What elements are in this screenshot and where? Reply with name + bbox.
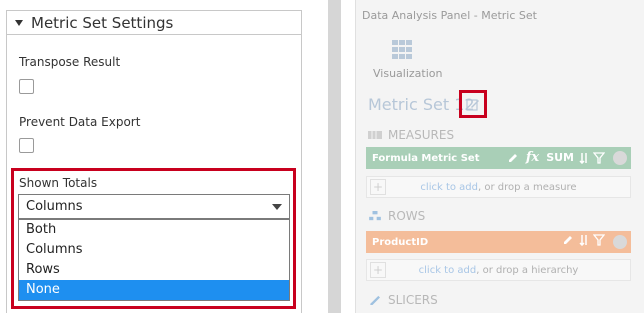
option-rows[interactable]: Rows: [19, 260, 289, 280]
measure-drop-zone[interactable]: + click to add, or drop a measure: [366, 176, 631, 198]
sort-icon[interactable]: [579, 234, 593, 246]
shown-totals-label: Shown Totals: [19, 176, 98, 190]
shown-totals-select[interactable]: Columns: [18, 194, 290, 219]
click-to-add-link[interactable]: click to add: [420, 182, 478, 193]
filter-icon[interactable]: [593, 234, 605, 246]
slicers-section-label: SLICERS: [368, 293, 438, 307]
measure-item[interactable]: Formula Metric Set fx SUM: [366, 147, 631, 169]
drop-hint: , or drop a hierarchy: [476, 265, 579, 276]
metric-set-settings-header[interactable]: Metric Set Settings: [6, 10, 302, 35]
chevron-down-icon[interactable]: [272, 204, 282, 210]
settings-panel: Metric Set Settings Transpose Result Pre…: [0, 0, 305, 313]
pencil-icon[interactable]: [562, 234, 574, 246]
option-both[interactable]: Both: [19, 220, 289, 240]
measure-item-label: Formula Metric Set: [372, 152, 480, 164]
remove-measure-icon[interactable]: [613, 151, 627, 165]
option-columns[interactable]: Columns: [19, 240, 289, 260]
panel-splitter[interactable]: [328, 0, 341, 313]
slicers-label: SLICERS: [388, 293, 438, 307]
prevent-data-export-label: Prevent Data Export: [19, 115, 141, 129]
row-item[interactable]: ProductID: [366, 231, 631, 253]
filter-icon[interactable]: [593, 151, 605, 164]
rows-label: ROWS: [388, 209, 426, 223]
aggregation-label[interactable]: SUM: [546, 151, 574, 164]
rows-section-label: ROWS: [368, 209, 425, 223]
shown-totals-dropdown: Both Columns Rows None: [18, 219, 290, 301]
slicer-icon: [370, 295, 380, 305]
rows-icon: [369, 211, 381, 221]
sort-icon[interactable]: [579, 152, 593, 164]
data-analysis-panel: Data Analysis Panel - Metric Set Visuali…: [355, 0, 644, 313]
shown-totals-value: Columns: [26, 199, 83, 214]
option-none[interactable]: None: [19, 280, 289, 300]
collapse-triangle-icon[interactable]: [15, 19, 23, 26]
drop-hint: , or drop a measure: [478, 182, 577, 193]
transpose-result-label: Transpose Result: [19, 55, 121, 69]
highlight-box: [459, 90, 487, 118]
hierarchy-drop-zone[interactable]: + click to add, or drop a hierarchy: [366, 259, 631, 281]
transpose-result-checkbox[interactable]: [19, 79, 34, 94]
row-item-label: ProductID: [372, 236, 429, 248]
visualization-grid-icon[interactable]: [392, 40, 414, 60]
measures-section-label: MEASURES: [368, 128, 454, 142]
visualization-label[interactable]: Visualization: [373, 67, 442, 80]
measures-label: MEASURES: [388, 128, 455, 142]
pencil-icon[interactable]: [507, 152, 519, 164]
formula-icon[interactable]: fx: [526, 150, 539, 165]
measures-icon: [368, 131, 382, 139]
panel-title: Data Analysis Panel - Metric Set: [362, 9, 537, 22]
remove-row-icon[interactable]: [613, 235, 627, 249]
click-to-add-link[interactable]: click to add: [419, 265, 477, 276]
section-title: Metric Set Settings: [31, 13, 174, 32]
prevent-data-export-checkbox[interactable]: [19, 138, 34, 153]
